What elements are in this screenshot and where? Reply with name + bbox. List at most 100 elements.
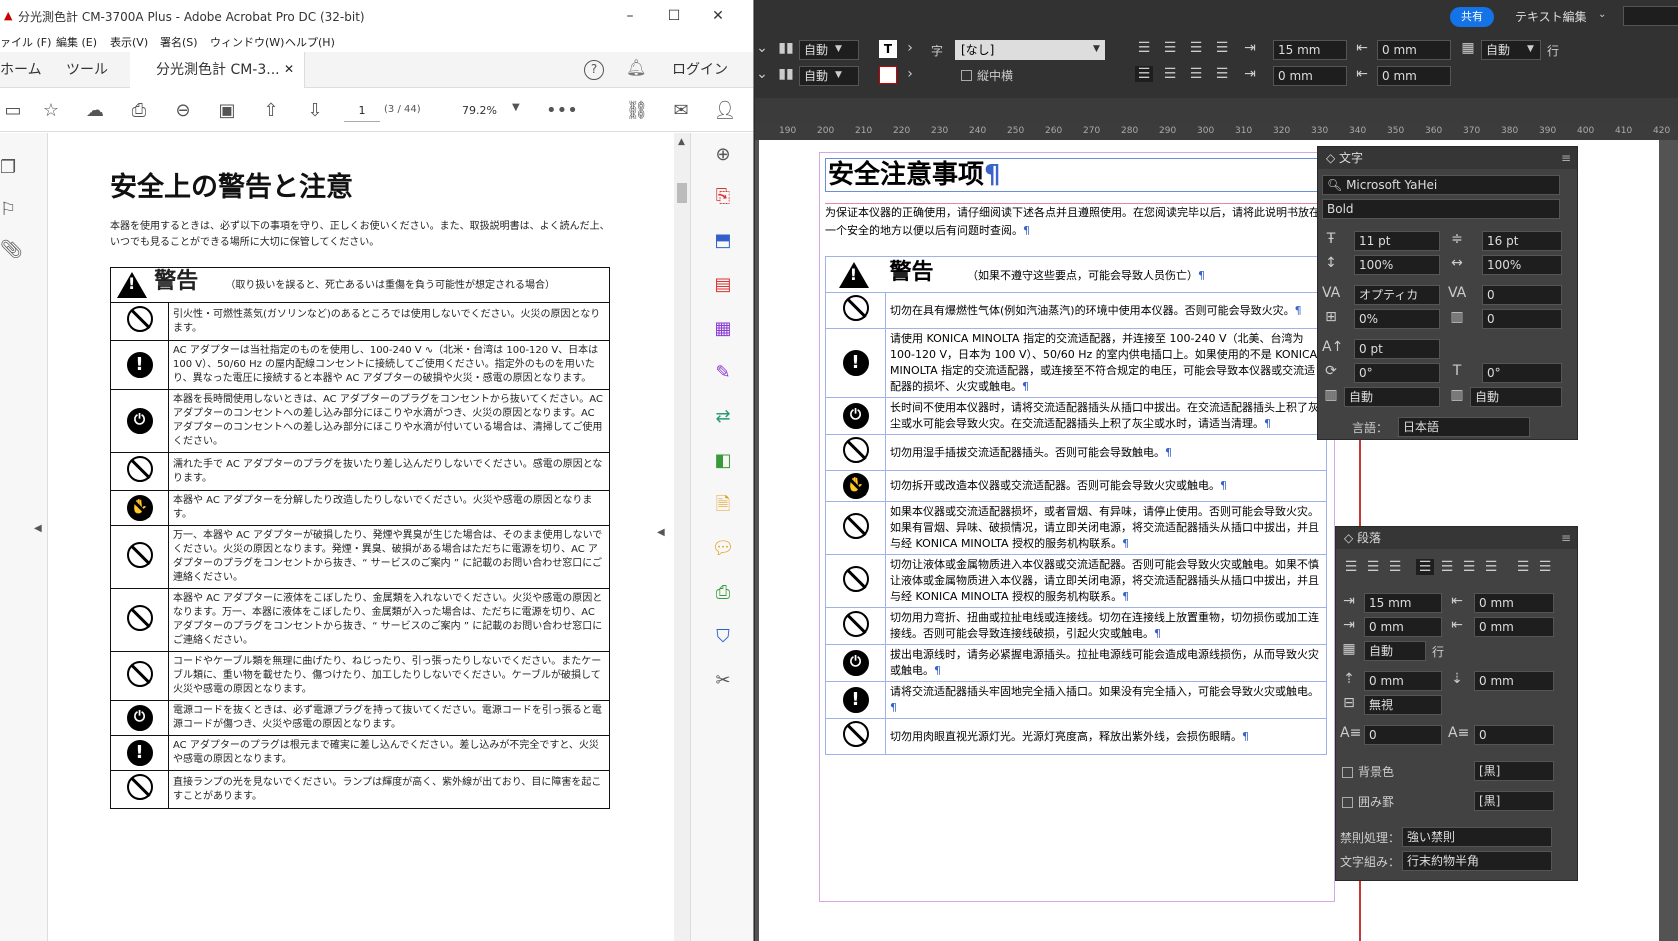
star-icon[interactable]: ☆ (38, 98, 64, 124)
share-button[interactable]: 共有 (1450, 7, 1494, 27)
font-family-select[interactable]: 🔍︎ Microsoft YaHei (1322, 175, 1560, 195)
grid-field[interactable]: 自動 (1364, 641, 1426, 661)
justify-right-icon[interactable]: ☰ (1187, 66, 1205, 82)
snapshot-icon[interactable]: ▣ (214, 98, 240, 124)
first-line-indent-field[interactable]: 0 mm (1364, 617, 1442, 637)
aki-after-field[interactable]: 自動 (1470, 387, 1562, 407)
chevron-right-icon[interactable]: › (901, 66, 919, 82)
justify-center-icon[interactable]: ☰ (1161, 66, 1179, 82)
tab-tools[interactable]: ツール (66, 52, 108, 88)
menu-edit[interactable]: 編集 (E) (56, 34, 97, 50)
first-indent-field[interactable]: 0 mm (1273, 66, 1347, 86)
tab-document[interactable]: 分光測色計 CM-3... ✕ (130, 52, 305, 88)
align-spine-icon[interactable]: ☰ (1514, 559, 1532, 575)
last-indent-field[interactable]: 0 mm (1377, 66, 1451, 86)
align-away-icon[interactable]: ☰ (1536, 559, 1554, 575)
table-row[interactable]: ! 请将交流适配器插头牢固地完全插入插口。如果没有完全插入，可能会导致火灾或触电。… (825, 681, 1327, 719)
search-stock-field[interactable] (1623, 6, 1678, 26)
comment-file-icon[interactable]: 🗎︎ (711, 493, 735, 517)
close-icon[interactable]: ✕ (708, 6, 728, 26)
table-row[interactable]: 切勿用湿手插拔交流适配器插头。否则可能会导致触电。¶ (825, 434, 1327, 471)
link-icon[interactable]: ⛓ (624, 98, 650, 124)
table-row[interactable]: ⏻ 长时间不使用本仪器时，请将交流适配器插头从插口中拔出。在交流适配器插头上积了灰… (825, 397, 1327, 435)
table-row[interactable]: 切勿在具有爆燃性气体(例如汽油蒸汽)的环境中使用本仪器。否则可能会导致火灾。¶ (825, 292, 1327, 329)
auto-field-1[interactable]: 自動 (799, 40, 859, 60)
leading-field[interactable]: 16 pt (1482, 231, 1562, 251)
align-right-icon[interactable]: ☰ (1187, 40, 1205, 56)
organize-pages-icon[interactable]: ▤ (711, 273, 735, 297)
space-before-field[interactable]: 0 mm (1364, 671, 1442, 691)
chevron-down-icon[interactable]: ▼ (835, 44, 842, 54)
menu-help[interactable]: ヘルプ(H) (285, 34, 335, 50)
print-icon[interactable]: ⎙ (126, 98, 152, 124)
print-production-icon[interactable]: ⎙ (711, 581, 735, 605)
align-justify-icon[interactable]: ☰ (1213, 40, 1231, 56)
ruby-select[interactable]: [なし] (955, 40, 1105, 60)
table-row[interactable]: ⏻ 拔出电源线时，请务必紧握电源插头。拉扯电源线可能会造成电源线损伤，从而导致火灾… (825, 644, 1327, 682)
align-left-icon[interactable]: ☰ (1135, 40, 1153, 56)
space-after-field[interactable]: 0 mm (1474, 671, 1554, 691)
right-pane-collapse-icon[interactable]: ◀ (657, 527, 665, 538)
tsume-field[interactable]: 0% (1354, 309, 1440, 329)
language-select[interactable]: 日本語 (1398, 417, 1530, 437)
kinsoku-select[interactable]: 強い禁則 (1402, 827, 1552, 847)
align-center-icon[interactable]: ☰ (1364, 559, 1382, 575)
border-color-swatch[interactable]: [黒] (1474, 791, 1554, 811)
attachment-icon[interactable]: 📎︎ (0, 239, 23, 260)
menu-sign[interactable]: 署名(S) (160, 34, 198, 50)
auto-field-2[interactable]: 自動 (799, 66, 859, 86)
bell-icon[interactable]: 🔔︎ (626, 58, 646, 77)
chevron-down-icon[interactable]: ▼ (1527, 44, 1534, 54)
upload-icon[interactable]: ☁ (82, 98, 108, 124)
font-size-field[interactable]: 11 pt (1354, 231, 1440, 251)
table-row[interactable]: 警告 （如果不遵守这些要点，可能会导致人员伤亡）¶ (825, 256, 1327, 293)
aki-field[interactable]: 0 (1482, 309, 1562, 329)
scroll-up-icon[interactable]: ▲ (678, 137, 685, 147)
table-row[interactable]: ! 请使用 KONICA MINOLTA 指定的交流适配器，并连接至 100-24… (825, 328, 1327, 398)
aki-before-field[interactable]: 自動 (1344, 387, 1440, 407)
mail-icon[interactable]: ✉ (668, 98, 694, 124)
drop-cap-lines-field[interactable]: 0 (1364, 725, 1442, 745)
bookmark-icon[interactable]: ⚐ (0, 199, 16, 220)
align-left-icon[interactable]: ☰ (1342, 559, 1360, 575)
add-user-icon[interactable]: 👤︎ (712, 98, 738, 124)
justify-left-icon[interactable]: ☰ (1135, 66, 1153, 82)
stroke-none-icon[interactable] (879, 66, 897, 84)
minimize-icon[interactable]: – (620, 6, 640, 26)
left-indent-field[interactable]: 15 mm (1364, 593, 1442, 613)
horizontal-scale-field[interactable]: 100% (1482, 255, 1562, 275)
tab-home[interactable]: ホーム (0, 52, 42, 88)
cn-warning-table[interactable]: 警告 （如果不遵守这些要点，可能会导致人员伤亡）¶ 切勿在具有爆燃性气体(例如汽… (825, 256, 1327, 755)
chevron-down-icon[interactable]: ⌄ (755, 66, 771, 82)
justify-all-icon[interactable]: ☰ (1482, 559, 1500, 575)
scroll-thumb[interactable] (677, 183, 687, 203)
pages-icon[interactable]: ❐ (0, 157, 16, 178)
more-icon[interactable]: ••• (546, 98, 578, 124)
create-pdf-icon[interactable]: ⬒ (711, 229, 735, 253)
vertical-scrollbar[interactable]: ▲ (674, 133, 690, 941)
vertical-scale-field[interactable]: 100% (1354, 255, 1440, 275)
background-color-checkbox[interactable] (1342, 767, 1353, 778)
kerning-field[interactable]: オプティカ (1354, 285, 1440, 305)
align-center-icon[interactable]: ☰ (1161, 40, 1179, 56)
table-row[interactable]: 如果本仪器或交流适配器损坏，或者冒烟、有异味，请停止使用。否则可能会导致火灾。如… (825, 501, 1327, 555)
protect-icon[interactable]: ⛉ (711, 625, 735, 649)
right-indent-field[interactable]: 0 mm (1474, 593, 1554, 613)
space-before-field[interactable]: 15 mm (1273, 40, 1347, 60)
menu-window[interactable]: ウィンドウ(W) (210, 34, 284, 50)
left-pane-collapse-icon[interactable]: ◀ (34, 523, 42, 534)
baseline-shift-field[interactable]: 0 pt (1354, 339, 1440, 359)
tab-close-icon[interactable]: ✕ (284, 62, 294, 76)
justify-center-icon[interactable]: ☰ (1438, 559, 1456, 575)
skew-field[interactable]: 0° (1482, 363, 1562, 383)
help-icon[interactable]: ? (584, 60, 604, 80)
chevron-right-icon[interactable]: › (901, 40, 919, 56)
chevron-down-icon[interactable]: ▼ (1093, 44, 1100, 54)
mojikumi-select[interactable]: 行末約物半角 (1402, 851, 1552, 871)
export-pdf-icon[interactable]: ⎘ (711, 185, 735, 209)
paragraph-panel-header[interactable]: ◇ 段落 ≡ (1336, 527, 1577, 549)
save-icon[interactable]: ▭ (0, 98, 26, 124)
login-link[interactable]: ログイン (672, 52, 728, 88)
table-row[interactable]: 切勿用力弯折、扭曲或拉扯电线或连接线。切勿在连接线上放置重物，切勿损伤或加工连接… (825, 607, 1327, 645)
compare-icon[interactable]: ◧ (711, 449, 735, 473)
